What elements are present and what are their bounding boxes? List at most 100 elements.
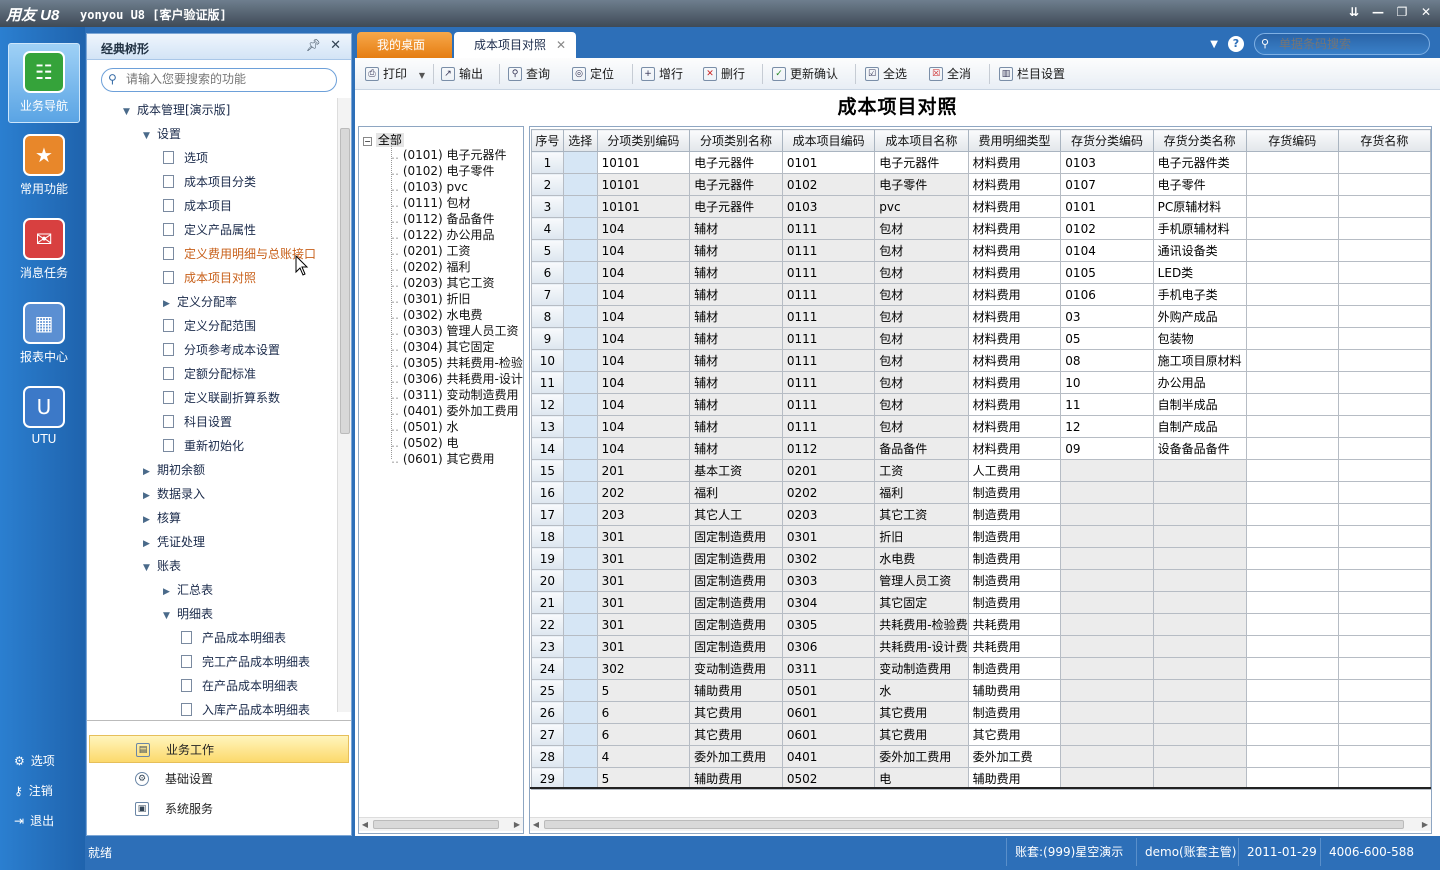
category-tree-item[interactable]: ‥ (0203) 其它工资: [391, 275, 495, 291]
table-cell[interactable]: 制造费用: [967, 591, 1062, 614]
grid-column-header[interactable]: 成本项目编码: [781, 129, 876, 152]
table-cell[interactable]: [1337, 503, 1431, 526]
table-cell[interactable]: [1152, 525, 1247, 548]
table-cell[interactable]: [1152, 481, 1247, 504]
table-cell[interactable]: 材料费用: [967, 327, 1062, 350]
table-cell[interactable]: [1060, 503, 1154, 526]
nav-tree-item[interactable]: 成本项目: [163, 194, 232, 218]
row-select-cell[interactable]: [562, 437, 598, 460]
table-cell[interactable]: 13: [531, 415, 564, 438]
table-cell[interactable]: 0111: [781, 327, 876, 350]
table-cell[interactable]: 19: [531, 547, 564, 570]
grid-column-header[interactable]: 存货编码: [1245, 129, 1339, 152]
deselect-all-button[interactable]: ☒ 全消: [929, 65, 971, 83]
pin-icon[interactable]: 📌︎: [306, 38, 321, 52]
table-cell[interactable]: 0201: [781, 459, 876, 482]
table-cell[interactable]: LED类: [1152, 261, 1247, 284]
row-select-cell[interactable]: [562, 723, 598, 746]
table-cell[interactable]: 27: [531, 723, 564, 746]
table-row[interactable]: 8 104 辅材 0111 包材 材料费用 03 外购产成品: [531, 305, 1431, 328]
nav-tree-item[interactable]: 在产品成本明细表: [181, 674, 298, 698]
table-cell[interactable]: [1152, 459, 1247, 482]
table-cell[interactable]: 备品备件: [874, 437, 969, 460]
table-cell[interactable]: 固定制造费用: [689, 525, 783, 548]
table-cell[interactable]: 自制产成品: [1152, 415, 1247, 438]
table-cell[interactable]: 材料费用: [967, 239, 1062, 262]
table-cell[interactable]: 电子元器件: [689, 173, 783, 196]
table-cell[interactable]: 0107: [1060, 173, 1154, 196]
table-cell[interactable]: PC原辅材料: [1152, 195, 1247, 218]
nav-tree-item[interactable]: 成本项目对照: [163, 266, 256, 290]
table-row[interactable]: 3 10101 电子元器件 0103 pvc 材料费用 0101 PC原辅材料: [531, 195, 1431, 218]
table-cell[interactable]: [1060, 569, 1154, 592]
category-tree-item[interactable]: ‥ (0302) 水电费: [391, 307, 483, 323]
table-cell[interactable]: 1: [531, 151, 564, 174]
table-cell[interactable]: 辅材: [689, 217, 783, 240]
table-cell[interactable]: 水电费: [874, 547, 969, 570]
table-cell[interactable]: 0111: [781, 415, 876, 438]
nav-tree-item[interactable]: ▶ 数据录入: [143, 482, 205, 506]
table-cell[interactable]: [1337, 723, 1431, 746]
table-cell[interactable]: 301: [596, 613, 691, 636]
table-cell[interactable]: 电子零件: [874, 173, 969, 196]
row-select-cell[interactable]: [562, 745, 598, 768]
table-cell[interactable]: 03: [1060, 305, 1154, 328]
chevron-down-icon[interactable]: ▼: [163, 604, 177, 628]
table-cell[interactable]: [1152, 745, 1247, 768]
table-cell[interactable]: 材料费用: [967, 437, 1062, 460]
table-cell[interactable]: 辅材: [689, 239, 783, 262]
table-cell[interactable]: 委外加工费用: [874, 745, 969, 768]
table-cell[interactable]: 104: [596, 349, 691, 372]
table-cell[interactable]: [1245, 613, 1339, 636]
table-cell[interactable]: [1337, 745, 1431, 768]
row-select-cell[interactable]: [562, 261, 598, 284]
table-cell[interactable]: 0111: [781, 283, 876, 306]
table-cell[interactable]: 10101: [596, 151, 691, 174]
module-messages[interactable]: ✉ 消息任务: [8, 211, 80, 291]
chevron-down-icon[interactable]: ▼: [143, 124, 157, 148]
table-cell[interactable]: 材料费用: [967, 283, 1062, 306]
table-cell[interactable]: 22: [531, 613, 564, 636]
table-cell[interactable]: 包材: [874, 371, 969, 394]
table-cell[interactable]: 104: [596, 261, 691, 284]
nav-tree-item[interactable]: 定额分配标准: [163, 362, 256, 386]
table-cell[interactable]: 4: [531, 217, 564, 240]
table-row[interactable]: 28 4 委外加工费用 0401 委外加工费用 委外加工费: [531, 745, 1431, 768]
table-cell[interactable]: 0102: [1060, 217, 1154, 240]
category-tree-item[interactable]: ‥ (0122) 办公用品: [391, 227, 495, 243]
table-cell[interactable]: 折旧: [874, 525, 969, 548]
table-cell[interactable]: [1245, 701, 1339, 724]
table-cell[interactable]: [1060, 459, 1154, 482]
table-cell[interactable]: [1245, 525, 1339, 548]
row-select-cell[interactable]: [562, 305, 598, 328]
table-cell[interactable]: [1245, 591, 1339, 614]
table-cell[interactable]: [1337, 657, 1431, 680]
table-cell[interactable]: 委外加工费: [967, 745, 1062, 768]
chevron-down-icon[interactable]: ▼: [1210, 39, 1218, 50]
close-tab-icon[interactable]: ✕: [556, 32, 566, 58]
module-business-nav[interactable]: ☷ 业务导航: [8, 43, 80, 123]
table-cell[interactable]: 固定制造费用: [689, 547, 783, 570]
table-cell[interactable]: 制造费用: [967, 503, 1062, 526]
table-cell[interactable]: [1245, 657, 1339, 680]
function-search-input[interactable]: [126, 72, 326, 86]
update-confirm-button[interactable]: ✓ 更新确认: [772, 65, 838, 83]
table-cell[interactable]: 0111: [781, 371, 876, 394]
row-select-cell[interactable]: [562, 371, 598, 394]
table-cell[interactable]: [1337, 547, 1431, 570]
table-cell[interactable]: [1337, 195, 1431, 218]
table-cell[interactable]: 104: [596, 415, 691, 438]
table-cell[interactable]: 共耗费用: [967, 635, 1062, 658]
table-cell[interactable]: 电子元器件: [689, 195, 783, 218]
table-cell[interactable]: 包材: [874, 217, 969, 240]
table-cell[interactable]: 6: [596, 701, 691, 724]
barcode-search-input[interactable]: [1279, 37, 1419, 51]
nav-tree-item[interactable]: ▼ 成本管理[演示版]: [123, 98, 230, 122]
table-cell[interactable]: 14: [531, 437, 564, 460]
table-cell[interactable]: [1337, 459, 1431, 482]
nav-tree-item[interactable]: ▼ 明细表: [163, 602, 213, 626]
table-cell[interactable]: 104: [596, 239, 691, 262]
table-cell[interactable]: 5: [531, 239, 564, 262]
category-tree-item[interactable]: ‥ (0201) 工资: [391, 243, 471, 259]
table-cell[interactable]: 0301: [781, 525, 876, 548]
